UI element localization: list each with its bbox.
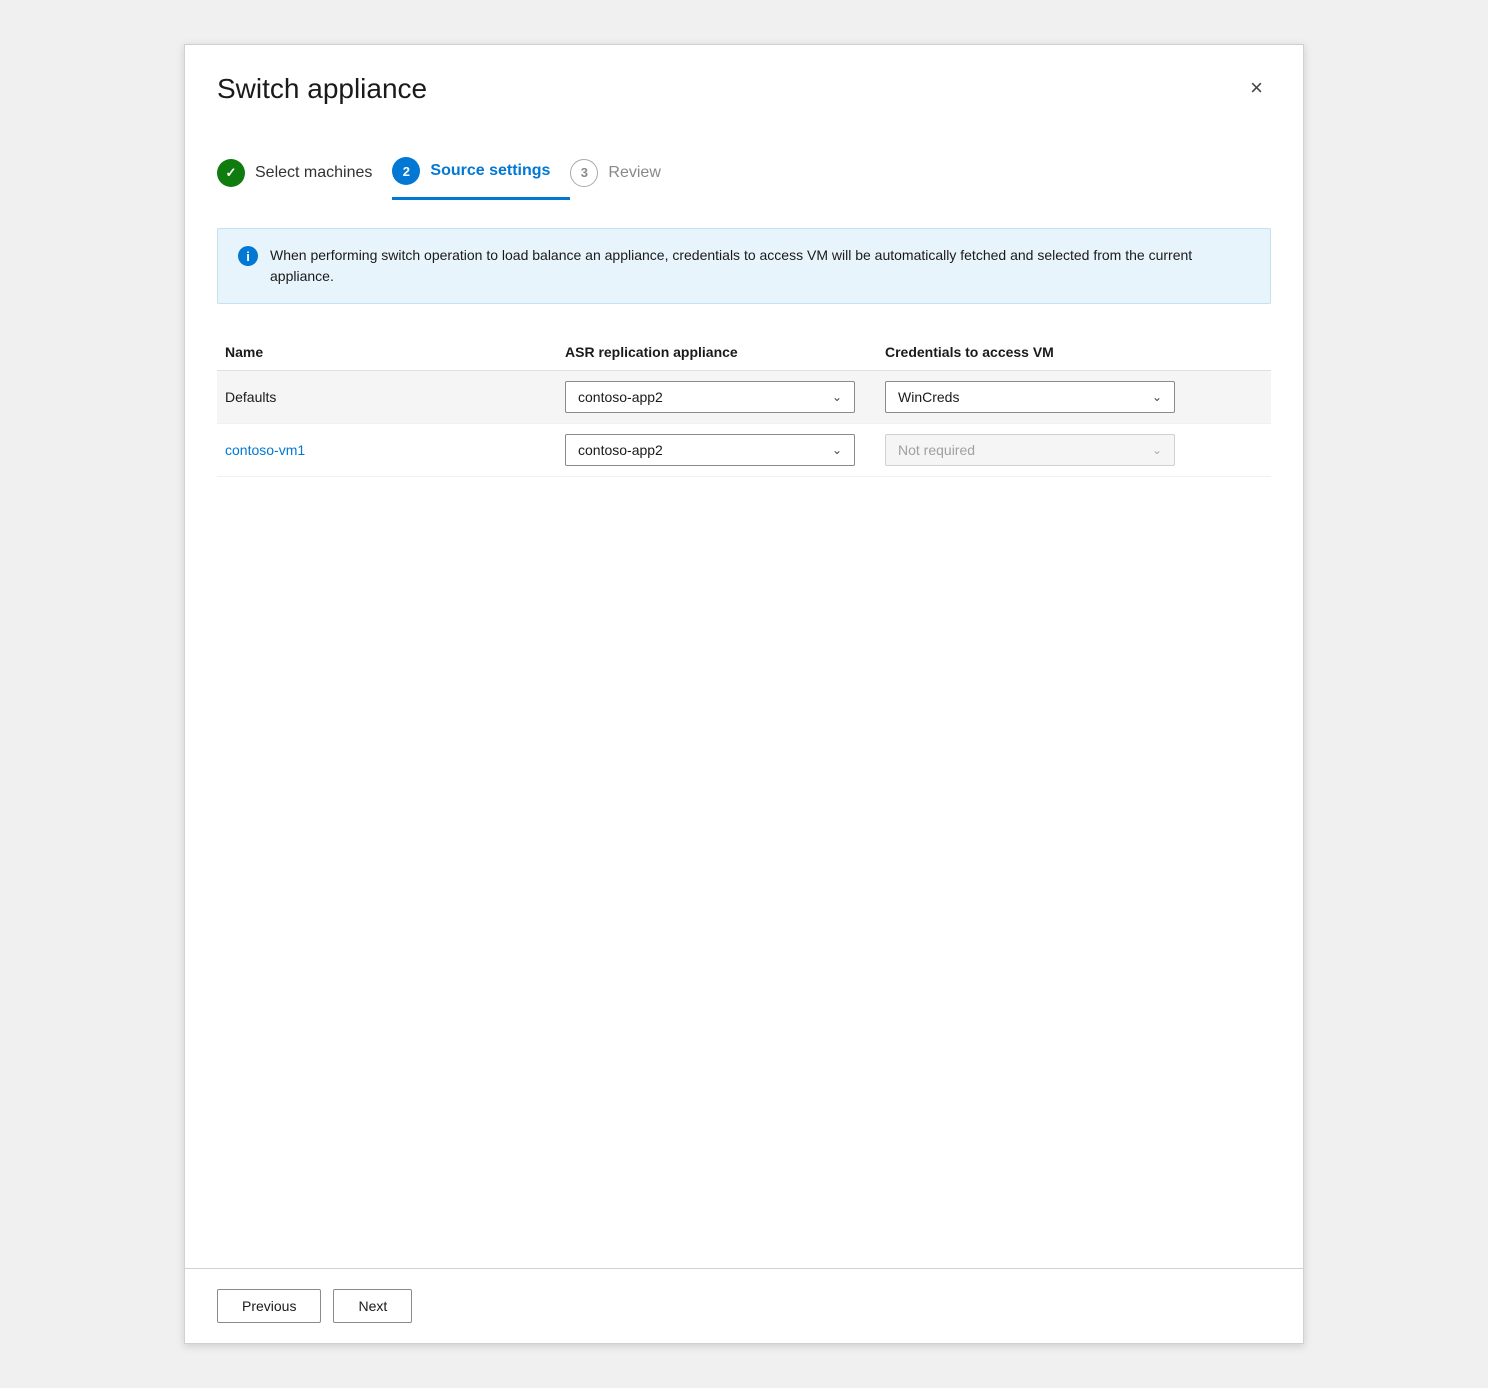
row-vm1-creds-cell: Not required ⌄ bbox=[877, 424, 1271, 476]
dialog-title: Switch appliance bbox=[217, 73, 427, 105]
dialog-header: Switch appliance × bbox=[185, 45, 1303, 125]
table-row: contoso-vm1 contoso-app2 ⌄ Not required … bbox=[217, 424, 1271, 477]
header-asr-appliance: ASR replication appliance bbox=[557, 344, 877, 360]
row-defaults-creds-value: WinCreds bbox=[898, 389, 959, 405]
step-2-circle: 2 bbox=[392, 157, 420, 185]
row-defaults-creds-cell: WinCreds ⌄ bbox=[877, 371, 1271, 423]
table-header: Name ASR replication appliance Credentia… bbox=[217, 336, 1271, 371]
header-name: Name bbox=[217, 344, 557, 360]
settings-table: Name ASR replication appliance Credentia… bbox=[217, 336, 1271, 477]
info-icon: i bbox=[238, 246, 258, 266]
switch-appliance-dialog: Switch appliance × ✓ Select machines 2 S… bbox=[184, 44, 1304, 1344]
row-vm1-name: contoso-vm1 bbox=[217, 432, 557, 468]
row-defaults-creds-dropdown[interactable]: WinCreds ⌄ bbox=[885, 381, 1175, 413]
header-credentials: Credentials to access VM bbox=[877, 344, 1271, 360]
row-vm1-asr-value: contoso-app2 bbox=[578, 442, 663, 458]
row-defaults-asr-value: contoso-app2 bbox=[578, 389, 663, 405]
chevron-down-icon: ⌄ bbox=[1152, 390, 1162, 404]
row-vm1-creds-value: Not required bbox=[898, 442, 975, 458]
chevron-down-icon: ⌄ bbox=[832, 390, 842, 404]
dialog-footer: Previous Next bbox=[185, 1268, 1303, 1343]
step-3-label: Review bbox=[608, 164, 660, 182]
chevron-down-icon: ⌄ bbox=[1152, 443, 1162, 457]
step-review[interactable]: 3 Review bbox=[570, 147, 680, 199]
step-1-label: Select machines bbox=[255, 164, 372, 182]
row-vm1-asr-dropdown[interactable]: contoso-app2 ⌄ bbox=[565, 434, 855, 466]
row-defaults-asr-dropdown[interactable]: contoso-app2 ⌄ bbox=[565, 381, 855, 413]
previous-button[interactable]: Previous bbox=[217, 1289, 321, 1323]
row-vm1-creds-dropdown: Not required ⌄ bbox=[885, 434, 1175, 466]
table-row: Defaults contoso-app2 ⌄ WinCreds ⌄ bbox=[217, 371, 1271, 424]
row-defaults-asr-cell: contoso-app2 ⌄ bbox=[557, 371, 877, 423]
steps-nav: ✓ Select machines 2 Source settings 3 Re… bbox=[217, 145, 1271, 200]
close-button[interactable]: × bbox=[1242, 73, 1271, 103]
next-button[interactable]: Next bbox=[333, 1289, 412, 1323]
step-1-circle: ✓ bbox=[217, 159, 245, 187]
info-banner-text: When performing switch operation to load… bbox=[270, 245, 1250, 287]
chevron-down-icon: ⌄ bbox=[832, 443, 842, 457]
row-defaults-name: Defaults bbox=[217, 379, 557, 415]
step-3-circle: 3 bbox=[570, 159, 598, 187]
info-banner: i When performing switch operation to lo… bbox=[217, 228, 1271, 304]
row-vm1-asr-cell: contoso-app2 ⌄ bbox=[557, 424, 877, 476]
step-source-settings[interactable]: 2 Source settings bbox=[392, 145, 570, 200]
step-select-machines[interactable]: ✓ Select machines bbox=[217, 147, 392, 199]
dialog-content: ✓ Select machines 2 Source settings 3 Re… bbox=[185, 125, 1303, 1268]
step-2-label: Source settings bbox=[430, 162, 550, 180]
